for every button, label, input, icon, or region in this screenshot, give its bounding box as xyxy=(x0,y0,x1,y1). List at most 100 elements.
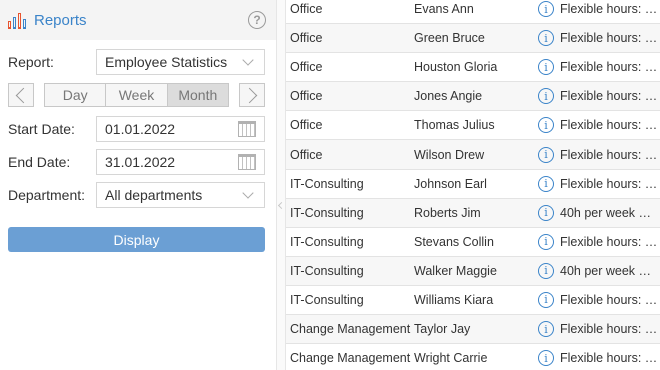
end-date-label: End Date: xyxy=(8,154,71,170)
department-cell: Change Management xyxy=(290,351,411,366)
employee-name-cell: Stevans Collin xyxy=(414,234,494,249)
info-icon[interactable]: i xyxy=(538,59,554,76)
employee-name-cell: Houston Gloria xyxy=(414,60,498,75)
info-cell: i Flexible hours: 4... xyxy=(538,30,660,47)
info-cell: i 40h per week wi... xyxy=(538,204,660,221)
start-date-label: Start Date: xyxy=(8,121,75,137)
report-select[interactable]: Employee Statistics xyxy=(96,49,265,75)
info-text: Flexible hours: 4... xyxy=(560,31,660,46)
info-icon[interactable]: i xyxy=(538,321,554,338)
department-cell: Office xyxy=(290,147,323,162)
info-cell: i Flexible hours: 4... xyxy=(538,59,660,76)
employee-name-cell: Evans Ann xyxy=(414,2,474,17)
department-cell: IT-Consulting xyxy=(290,263,364,278)
info-icon[interactable]: i xyxy=(538,233,554,250)
info-cell: i Flexible hours: 4... xyxy=(538,233,660,250)
employee-name-cell: Green Bruce xyxy=(414,31,485,46)
info-cell: i Flexible hours: 3... xyxy=(538,291,660,308)
chevron-right-icon xyxy=(241,87,258,103)
info-icon[interactable]: i xyxy=(538,350,554,367)
help-icon[interactable]: ? xyxy=(248,11,266,29)
info-text: Flexible hours: 3... xyxy=(560,322,660,337)
info-cell: i Flexible hours: 4... xyxy=(538,175,660,192)
info-icon[interactable]: i xyxy=(538,30,554,47)
start-date-value: 01.01.2022 xyxy=(105,121,176,137)
report-settings-panel: Reports ? Report: Employee Statistics Da… xyxy=(0,0,276,370)
info-text: 40h per week wi... xyxy=(560,263,660,278)
info-icon[interactable]: i xyxy=(538,175,554,192)
employee-name-cell: Taylor Jay xyxy=(414,322,471,337)
info-text: Flexible hours: 4... xyxy=(560,2,660,17)
report-label: Report: xyxy=(8,54,54,70)
info-icon[interactable]: i xyxy=(538,146,554,163)
employee-table: Office Evans Ann i Flexible hours: 4... Offi… xyxy=(286,0,660,370)
table-row[interactable]: Office Houston Gloria i Flexible hours: 4..… xyxy=(286,53,660,83)
department-cell: Office xyxy=(290,60,323,75)
period-week-button[interactable]: Week xyxy=(106,83,168,107)
table-row[interactable]: Office Evans Ann i Flexible hours: 4... xyxy=(286,0,660,25)
table-row[interactable]: Change Management Taylor Jay i Flexible hou… xyxy=(286,315,660,345)
department-cell: IT-Consulting xyxy=(290,292,364,307)
period-day-button[interactable]: Day xyxy=(44,83,107,107)
start-date-field[interactable]: 01.01.2022 xyxy=(96,116,265,142)
department-select[interactable]: All departments xyxy=(96,182,265,208)
table-row[interactable]: IT-Consulting Johnson Earl i Flexible hours… xyxy=(286,170,660,199)
info-cell: i 40h per week wi... xyxy=(538,262,660,279)
table-row[interactable]: IT-Consulting Williams Kiara i Flexible hou… xyxy=(286,286,660,316)
info-cell: i Flexible hours: 4... xyxy=(538,88,660,105)
end-date-field[interactable]: 31.01.2022 xyxy=(96,149,265,175)
next-period-button[interactable] xyxy=(239,83,265,107)
info-text: Flexible hours: 4... xyxy=(560,60,660,75)
period-selector: Day Week Month xyxy=(8,83,265,107)
bar-chart-icon xyxy=(8,11,28,29)
period-segmented-control: Day Week Month xyxy=(44,83,229,107)
previous-period-button[interactable] xyxy=(8,83,34,107)
table-row[interactable]: Change Management Wright Carrie i Flexible … xyxy=(286,344,660,370)
employee-name-cell: Roberts Jim xyxy=(414,205,481,220)
report-select-value: Employee Statistics xyxy=(105,54,228,70)
info-cell: i Flexible hours: 4... xyxy=(538,1,660,18)
info-icon[interactable]: i xyxy=(538,1,554,18)
calendar-icon[interactable] xyxy=(238,154,256,170)
table-row[interactable]: Office Green Bruce i Flexible hours: 4... xyxy=(286,24,660,54)
info-text: Flexible hours: 4... xyxy=(560,176,660,191)
info-cell: i Flexible hours: 4... xyxy=(538,350,660,367)
panel-title: Reports xyxy=(34,11,87,29)
info-cell: i Flexible hours: 3... xyxy=(538,321,660,338)
start-date-row: Start Date: 01.01.2022 xyxy=(8,116,265,142)
calendar-icon[interactable] xyxy=(238,121,256,137)
department-cell: Office xyxy=(290,89,323,104)
department-cell: Office xyxy=(290,118,323,133)
table-row[interactable]: IT-Consulting Walker Maggie i 40h per week … xyxy=(286,256,660,286)
info-icon[interactable]: i xyxy=(538,262,554,279)
table-row[interactable]: IT-Consulting Stevans Collin i Flexible hou… xyxy=(286,228,660,257)
department-label: Department: xyxy=(8,187,86,203)
display-button[interactable]: Display xyxy=(8,227,265,252)
panel-header: Reports ? xyxy=(0,0,276,40)
info-text: Flexible hours: 4... xyxy=(560,147,660,162)
info-icon[interactable]: i xyxy=(538,291,554,308)
table-row[interactable]: Office Jones Angie i Flexible hours: 4... xyxy=(286,82,660,112)
collapse-arrow-icon[interactable] xyxy=(277,201,286,210)
employee-name-cell: Johnson Earl xyxy=(414,176,487,191)
panel-splitter[interactable] xyxy=(276,0,286,370)
info-icon[interactable]: i xyxy=(538,204,554,221)
info-text: 40h per week wi... xyxy=(560,205,660,220)
table-row[interactable]: Office Wilson Drew i Flexible hours: 4... xyxy=(286,140,660,170)
table-row[interactable]: Office Thomas Julius i Flexible hours: 4... xyxy=(286,111,660,141)
period-month-button[interactable]: Month xyxy=(167,83,229,107)
department-cell: Office xyxy=(290,31,323,46)
info-text: Flexible hours: 4... xyxy=(560,89,660,104)
employee-name-cell: Walker Maggie xyxy=(414,263,497,278)
info-text: Flexible hours: 4... xyxy=(560,234,660,249)
info-icon[interactable]: i xyxy=(538,117,554,134)
department-row: Department: All departments xyxy=(8,182,265,208)
table-row[interactable]: IT-Consulting Roberts Jim i 40h per week wi… xyxy=(286,198,660,228)
info-icon[interactable]: i xyxy=(538,88,554,105)
info-cell: i Flexible hours: 4... xyxy=(538,146,660,163)
info-text: Flexible hours: 4... xyxy=(560,118,660,133)
chevron-down-icon xyxy=(242,187,254,199)
employee-name-cell: Jones Angie xyxy=(414,89,483,104)
info-text: Flexible hours: 3... xyxy=(560,292,660,307)
employee-name-cell: Wilson Drew xyxy=(414,147,485,162)
